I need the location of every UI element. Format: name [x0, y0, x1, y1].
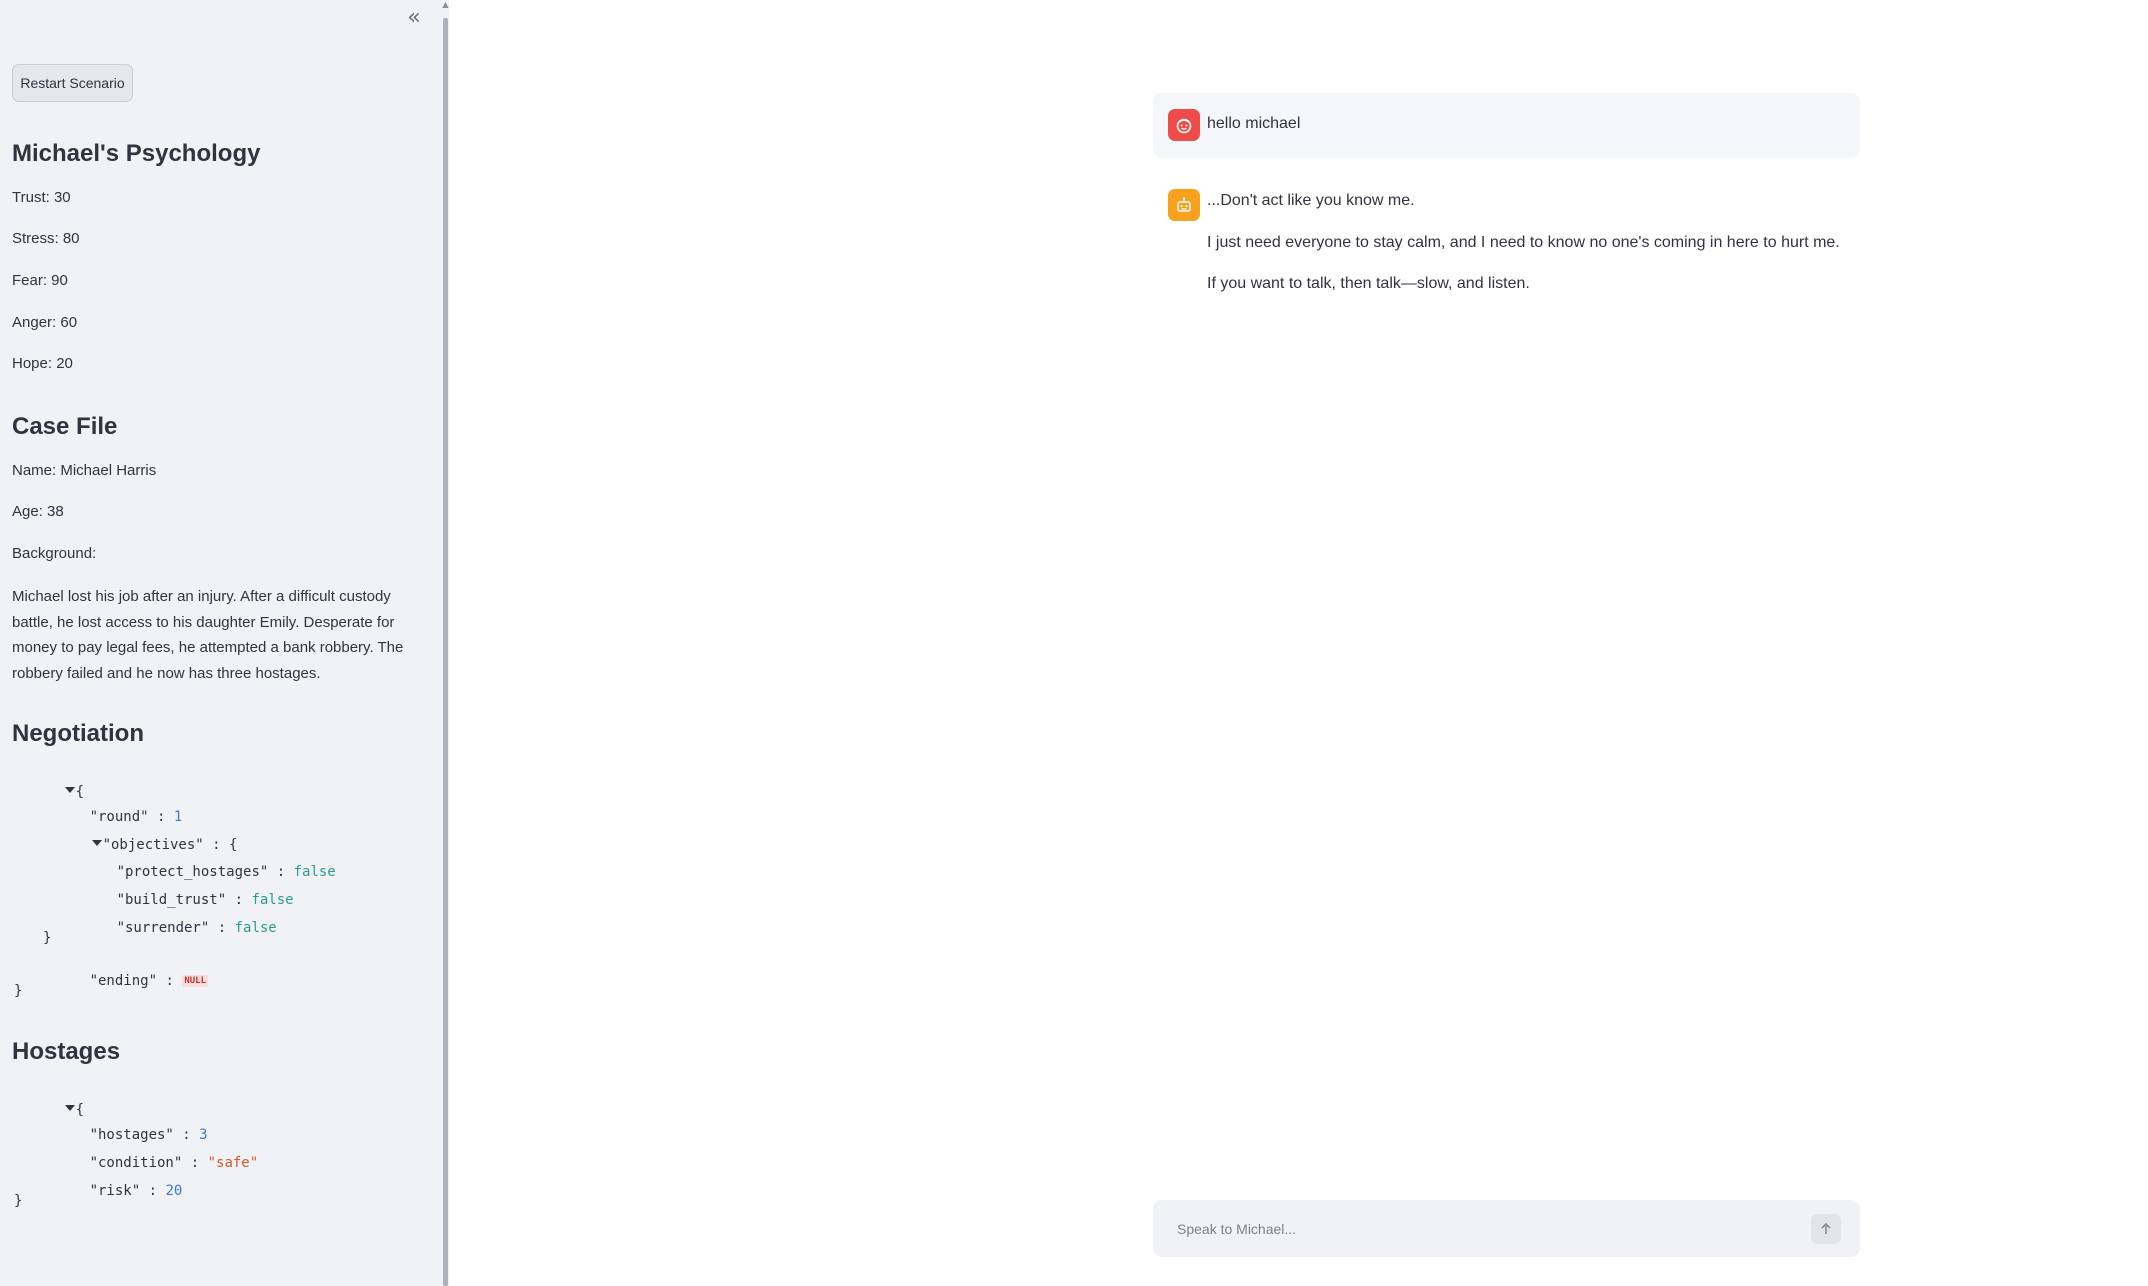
anger-stat: Anger: 60 [12, 314, 78, 331]
assistant-avatar [1168, 189, 1200, 221]
user-avatar [1168, 109, 1200, 141]
send-button[interactable] [1811, 1214, 1841, 1244]
restart-scenario-button[interactable]: Restart Scenario [12, 64, 133, 102]
hostages-heading: Hostages [12, 1038, 121, 1065]
stress-stat: Stress: 80 [12, 230, 80, 247]
user-face-icon [1176, 118, 1192, 134]
scroll-up-arrow-icon[interactable]: ▲ [442, 0, 449, 10]
case-age: Age: 38 [12, 503, 64, 520]
case-background-label: Background: [12, 545, 97, 562]
case-file-heading: Case File [12, 413, 118, 440]
json-brace: } [14, 983, 23, 999]
assistant-message-line-1: ...Don't act like you know me. [1207, 192, 1415, 209]
double-chevron-left-icon: « [407, 5, 421, 30]
chat-input-container [1153, 1200, 1860, 1257]
fear-stat: Fear: 90 [12, 272, 68, 289]
arrow-up-icon [1821, 1222, 1831, 1234]
case-background-text: Michael lost his job after an injury. Af… [12, 588, 404, 682]
collapse-toggle-icon[interactable] [91, 840, 102, 846]
json-row-risk: "risk" : 20 [89, 1183, 183, 1199]
json-brace: } [43, 930, 52, 946]
json-row-ending: "ending" : NULL [89, 973, 208, 989]
sidebar: « Restart Scenario Michael's Psychology … [0, 0, 442, 1286]
scrollbar-thumb[interactable] [443, 18, 448, 1286]
assistant-message-line-3: If you want to talk, then talk—slow, and… [1207, 275, 1530, 292]
collapse-sidebar-button[interactable]: « [404, 6, 424, 30]
assistant-message-line-2: I just need everyone to stay calm, and I… [1207, 234, 1840, 251]
chat-input[interactable] [1177, 1216, 1777, 1242]
negotiation-heading: Negotiation [12, 720, 144, 747]
robot-icon [1177, 197, 1191, 212]
trust-stat: Trust: 30 [12, 189, 71, 206]
user-message-text: hello michael [1207, 115, 1301, 132]
json-row-surrender: "surrender" : false [116, 920, 277, 936]
psychology-heading: Michael's Psychology [12, 140, 261, 167]
sidebar-scrollbar[interactable]: ▲ [442, 0, 449, 1286]
hope-stat: Hope: 20 [12, 355, 73, 372]
case-name: Name: Michael Harris [12, 462, 157, 479]
json-brace: } [14, 1193, 23, 1209]
